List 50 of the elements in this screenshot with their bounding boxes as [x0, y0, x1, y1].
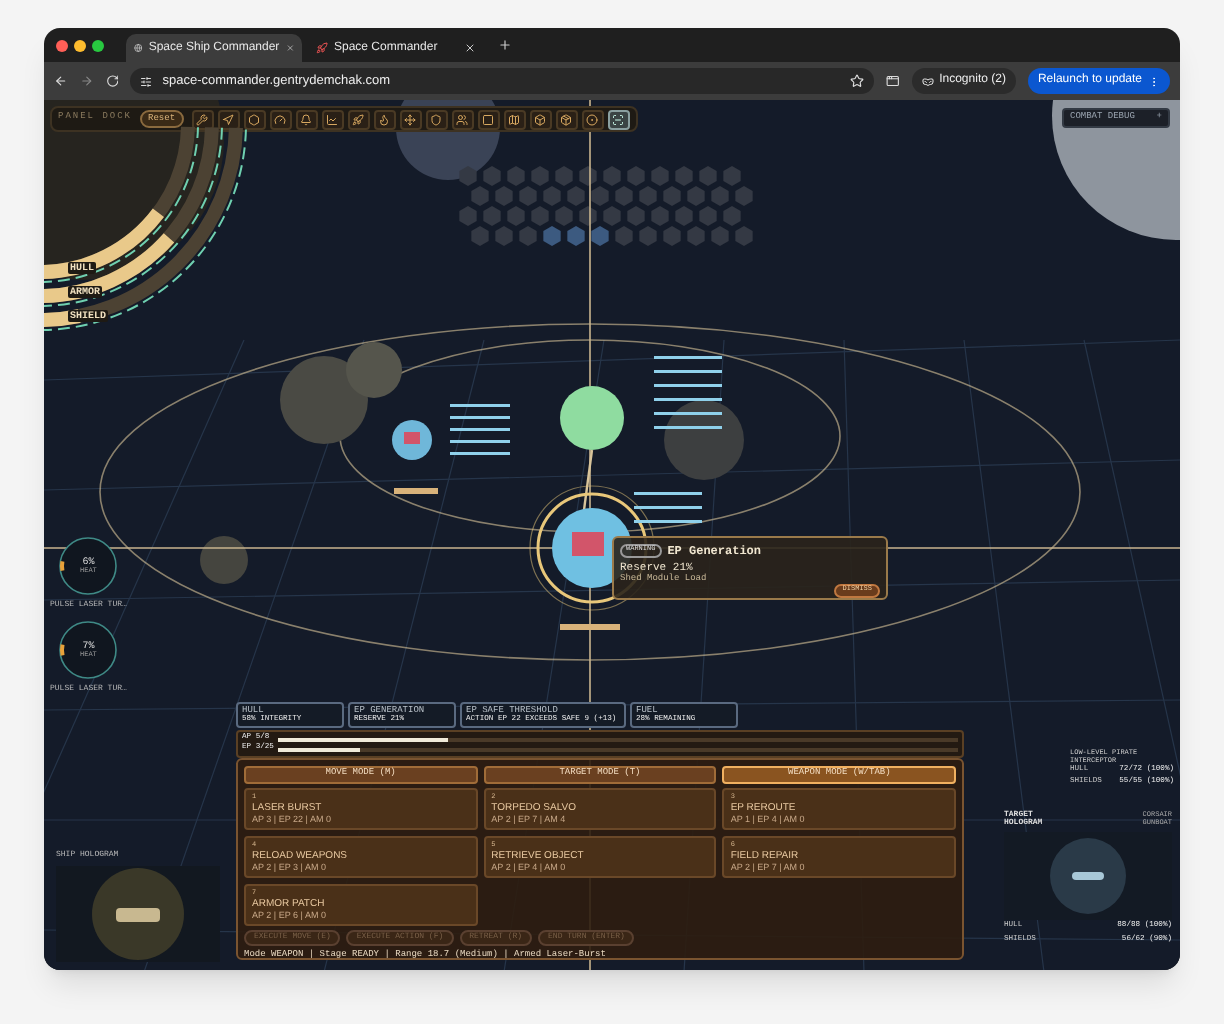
tab-search-icon[interactable] [885, 74, 900, 88]
target-icon [586, 113, 599, 125]
close-tab-icon[interactable] [464, 42, 476, 54]
hexagon-icon [248, 113, 261, 125]
chart-icon [326, 113, 339, 125]
gauge-icon [274, 113, 287, 125]
flame-icon [378, 113, 391, 125]
minimize-window-icon[interactable] [74, 39, 86, 51]
close-window-icon[interactable] [56, 39, 68, 51]
dock-tool-button[interactable] [217, 109, 240, 129]
dock-tool-button[interactable] [503, 109, 526, 129]
dock-tool-button[interactable] [191, 109, 214, 129]
wrench-icon [196, 113, 209, 125]
heat-ring [58, 620, 119, 680]
users-icon [456, 113, 469, 125]
square-icon [482, 113, 495, 125]
shield-icon [430, 113, 443, 125]
dock-tool-button[interactable] [269, 109, 292, 129]
site-settings-icon[interactable] [140, 75, 153, 87]
dock-tool-button[interactable] [295, 109, 318, 129]
navigation-icon [222, 113, 235, 125]
dock-tool-button[interactable] [529, 109, 552, 129]
bookmark-star-icon[interactable] [849, 74, 864, 88]
reload-icon[interactable] [105, 74, 119, 88]
rocket-icon [352, 113, 365, 125]
dock-tool-button[interactable] [425, 109, 448, 129]
dock-tool-button[interactable] [399, 109, 422, 129]
forward-icon[interactable] [79, 74, 93, 88]
dock-tool-button[interactable] [451, 109, 474, 129]
rocket-icon [316, 42, 328, 54]
package-icon [560, 113, 573, 125]
dock-tool-button[interactable] [555, 109, 578, 129]
dock-tool-button[interactable] [373, 109, 396, 129]
dock-tool-button[interactable] [581, 109, 604, 129]
globe-icon [134, 42, 143, 54]
dock-tool-button[interactable] [243, 109, 266, 129]
map-icon [508, 113, 521, 125]
dock-tool-button[interactable] [321, 109, 344, 129]
incognito-icon [921, 75, 934, 87]
heat-ring [58, 536, 119, 596]
bell-icon [300, 113, 313, 125]
scan-icon [612, 113, 625, 125]
dock-tool-button[interactable] [607, 109, 630, 129]
move-icon [404, 113, 417, 125]
back-icon[interactable] [54, 74, 68, 88]
maximize-window-icon[interactable] [92, 39, 104, 51]
box-icon [534, 113, 547, 125]
dock-tool-button[interactable] [347, 109, 370, 129]
dock-tool-button[interactable] [477, 109, 500, 129]
new-tab-icon[interactable] [498, 38, 512, 52]
